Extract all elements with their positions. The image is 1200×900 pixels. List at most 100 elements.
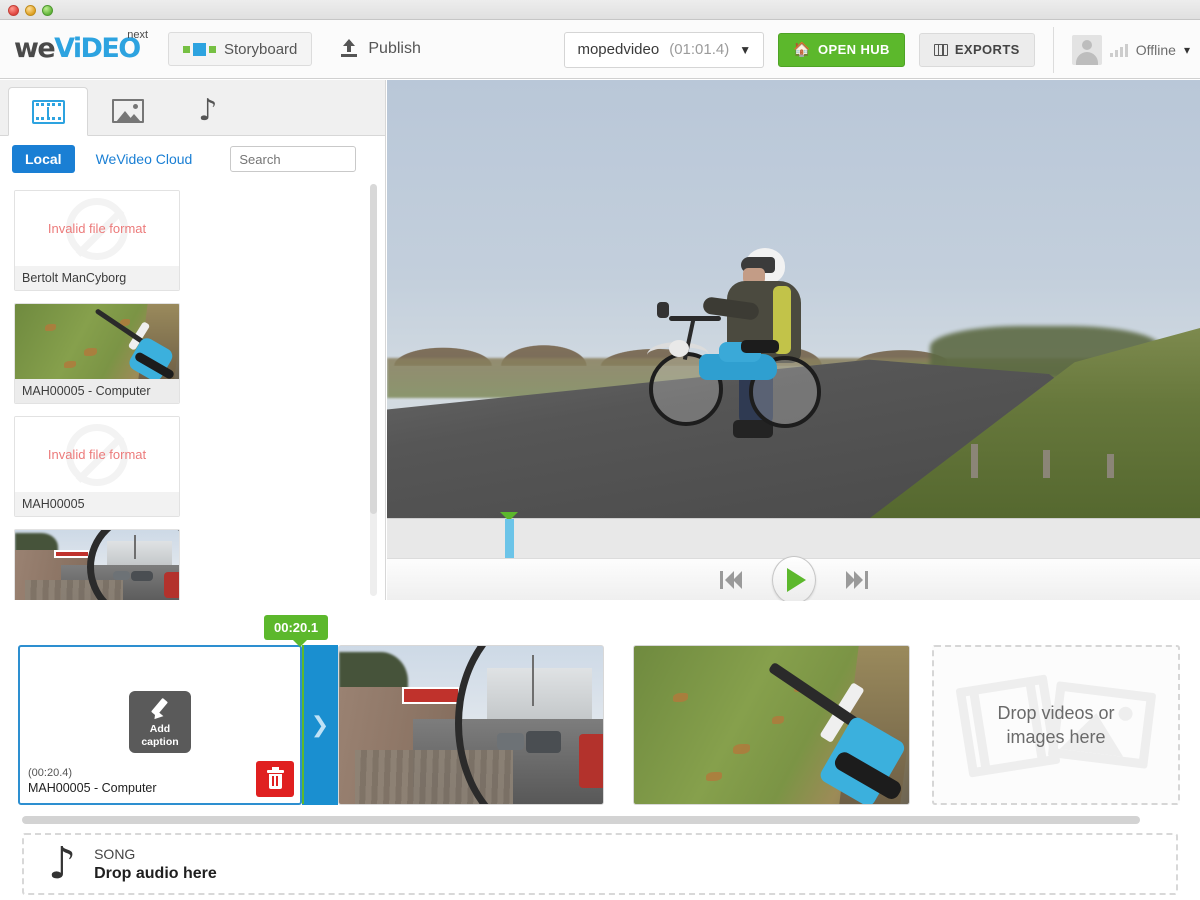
logo-superscript: next: [127, 29, 148, 41]
photo-icon: [112, 98, 144, 123]
open-hub-label: OPEN HUB: [817, 42, 890, 57]
media-scrollbar[interactable]: [370, 184, 377, 596]
open-hub-button[interactable]: 🏠 OPEN HUB: [778, 32, 905, 67]
play-icon: [786, 567, 806, 592]
signal-icon: [1109, 43, 1128, 57]
media-item[interactable]: MAH00005 - Computer: [14, 303, 180, 404]
media-item-label: MAH00005 - Computer: [15, 379, 179, 403]
dropzone-line-1: Drop videos or: [997, 703, 1115, 723]
clip-name: MAH00005 - Computer: [28, 781, 157, 795]
window-controls: [8, 5, 53, 16]
dropzone-text: Drop videos or images here: [997, 701, 1114, 749]
header-right-group: mopedvideo (01:01.4) ▼ 🏠 OPEN HUB EXPORT…: [564, 20, 1200, 79]
add-caption-button[interactable]: Add caption: [129, 690, 191, 753]
project-duration: (01:01.4): [669, 41, 730, 58]
media-thumbnail: Invalid file format: [15, 417, 179, 492]
music-note-icon: ♪: [48, 838, 77, 889]
media-item[interactable]: Invalid file format Bertolt ManCyborg: [14, 190, 180, 291]
skip-to-start-button[interactable]: [719, 570, 742, 589]
media-type-tabs: ♪: [0, 80, 385, 136]
video-preview[interactable]: [387, 80, 1200, 518]
home-icon: 🏠: [793, 41, 811, 57]
transition-handle[interactable]: ❯: [302, 645, 338, 805]
exports-label: EXPORTS: [954, 42, 1020, 57]
media-thumbnail: Invalid file format: [15, 191, 179, 266]
storyboard-clip[interactable]: Add caption (00:20.4) MAH00005 - Compute…: [18, 645, 302, 805]
preview-scrubber[interactable]: [387, 512, 1200, 559]
search-input[interactable]: [230, 146, 357, 172]
media-source-bar: Local WeVideo Cloud: [0, 136, 385, 182]
playhead[interactable]: [505, 519, 514, 559]
source-local-tab[interactable]: Local: [12, 145, 75, 173]
add-caption-label-line1: Add: [149, 722, 171, 735]
film-strip-icon: [933, 43, 948, 56]
source-cloud-tab[interactable]: WeVideo Cloud: [96, 151, 193, 167]
storyboard-clip[interactable]: [633, 645, 910, 805]
music-note-icon: ♪: [198, 92, 218, 128]
media-grid: Invalid file format Bertolt ManCyborg MA…: [0, 182, 372, 600]
moped: [647, 302, 821, 428]
storyboard-scrollbar[interactable]: [22, 816, 1140, 824]
video-thumbnail-street: [339, 646, 603, 804]
storyboard-clip[interactable]: [338, 645, 604, 805]
wevideo-logo[interactable]: weViDEO next: [14, 29, 148, 66]
storyboard-icon: [183, 42, 216, 56]
trash-icon: [266, 766, 284, 789]
dropzone-line-2: images here: [1006, 727, 1106, 747]
add-caption-label-line2: caption: [141, 735, 179, 748]
film-strip-icon: [31, 99, 65, 124]
upload-icon: [340, 39, 358, 59]
connection-status: Offline: [1135, 41, 1176, 58]
invalid-format-message: Invalid file format: [47, 447, 147, 462]
audio-track-dropzone[interactable]: ♪ SONG Drop audio here: [22, 833, 1178, 895]
invalid-format-message: Invalid file format: [47, 221, 147, 236]
audio-track-labels: SONG Drop audio here: [94, 846, 217, 883]
project-selector[interactable]: mopedvideo (01:01.4) ▼: [564, 31, 765, 68]
maximize-window-button[interactable]: [42, 5, 53, 16]
tab-audio[interactable]: ♪: [168, 86, 248, 135]
storyboard-button[interactable]: Storyboard: [168, 32, 313, 66]
media-item[interactable]: Invalid file format MAH00005: [14, 416, 180, 517]
publish-button[interactable]: Publish: [340, 39, 421, 59]
video-thumbnail-grass: [15, 304, 179, 379]
media-library-panel: ♪ Local WeVideo Cloud Invalid file forma…: [0, 80, 386, 600]
publish-label: Publish: [368, 40, 421, 57]
account-menu[interactable]: Offline ▾: [1052, 26, 1190, 73]
media-item-label: MAH00005: [15, 492, 179, 516]
tab-video[interactable]: [8, 87, 88, 136]
media-thumbnail: [15, 304, 179, 379]
logo-we: we: [14, 33, 56, 64]
video-preview-panel: [387, 80, 1200, 604]
storyboard-panel: 00:20.1 Add caption (00:20.4) MAH00005 -…: [0, 601, 1200, 900]
logo-wordmark: weViDEO: [14, 32, 144, 66]
video-thumbnail-grass: [634, 646, 909, 804]
clip-metadata: (00:20.4) MAH00005 - Computer: [28, 766, 157, 796]
storyboard-clips: Add caption (00:20.4) MAH00005 - Compute…: [0, 645, 1200, 807]
exports-button[interactable]: EXPORTS: [918, 32, 1035, 67]
minimize-window-button[interactable]: [25, 5, 36, 16]
clip-thumbnail: [634, 646, 909, 804]
tab-image[interactable]: [88, 86, 168, 135]
skip-to-end-button[interactable]: [845, 570, 868, 589]
clip-thumbnail: [339, 646, 603, 804]
chevron-right-icon: ❯: [310, 712, 330, 738]
wevideo-app: weViDEO next Storyboard Publish mopedvid…: [0, 0, 1200, 900]
clip-duration: (00:20.4): [28, 767, 73, 779]
delete-clip-button[interactable]: [256, 761, 294, 797]
close-window-button[interactable]: [8, 5, 19, 16]
media-item-label: Bertolt ManCyborg: [15, 266, 179, 290]
transport-controls: [387, 555, 1200, 604]
avatar: [1071, 34, 1102, 65]
media-dropzone[interactable]: Drop videos or images here: [932, 645, 1180, 805]
media-list-scroll-area[interactable]: Invalid file format Bertolt ManCyborg MA…: [0, 182, 386, 600]
storyboard-playhead[interactable]: [302, 645, 304, 804]
play-button[interactable]: [771, 555, 816, 604]
pencil-icon: [147, 696, 173, 723]
audio-track-title: SONG: [94, 845, 136, 862]
playhead-time-badge: 00:20.1: [264, 615, 329, 647]
media-item[interactable]: Moped1 - Computer: [14, 529, 180, 600]
window-titlebar: [0, 0, 1200, 20]
rider-figure: [647, 248, 877, 458]
media-thumbnail: [15, 530, 179, 600]
project-name: mopedvideo: [577, 41, 660, 58]
